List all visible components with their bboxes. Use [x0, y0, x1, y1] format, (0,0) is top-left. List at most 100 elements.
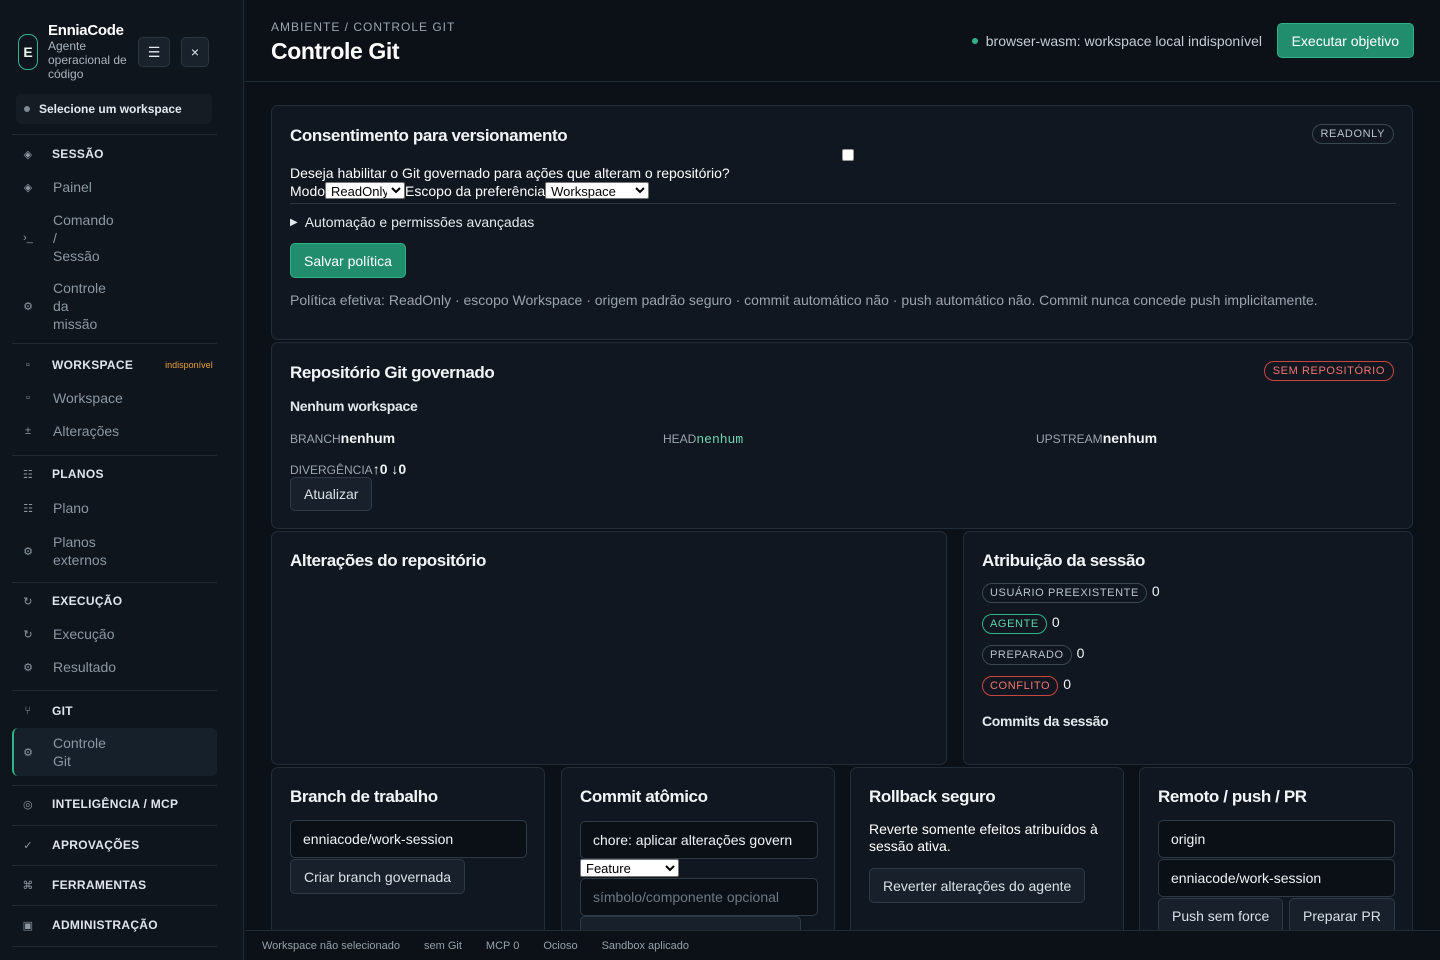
- branch-info: BRANCHnenhum: [290, 430, 396, 446]
- section-execucao[interactable]: ↻ EXECUÇÃO: [20, 594, 122, 608]
- diamond-icon: ◈: [23, 181, 33, 194]
- divider: [12, 690, 217, 691]
- workspace-selector[interactable]: Selecione um workspace: [16, 94, 212, 124]
- square-icon: ▫: [25, 359, 31, 371]
- divider: [12, 865, 217, 866]
- divider: [12, 785, 217, 786]
- footer-workspace: Workspace não selecionado: [262, 939, 400, 952]
- sidebar-item-painel[interactable]: ◈ Painel: [20, 178, 92, 196]
- workspace-unavailable-tag: indisponível: [165, 360, 213, 370]
- refresh-icon: ↻: [23, 628, 33, 641]
- hamburger-icon: ☰: [147, 43, 161, 60]
- divider: [12, 134, 217, 135]
- close-sidebar-button[interactable]: ×: [181, 37, 209, 67]
- head-info: HEADnenhum: [663, 432, 744, 447]
- sidebar-item-comando-sessao[interactable]: ›_ Comando / Sessão: [20, 211, 114, 265]
- session-commits-title: Commits da sessão: [982, 713, 1109, 729]
- scope-select[interactable]: Workspace: [545, 182, 650, 199]
- remote-title: Remoto / push / PR: [1158, 787, 1307, 806]
- scope-label: Escopo da preferência: [405, 182, 546, 199]
- brand-logo: E: [18, 34, 38, 70]
- gear-icon: ⚙: [23, 746, 33, 759]
- gear-icon: ⚙: [23, 300, 33, 313]
- mode-label: Modo: [290, 182, 326, 199]
- status-dot: [971, 38, 978, 44]
- brand-name: EnniaCode: [48, 22, 124, 39]
- symbol-input[interactable]: símbolo/componente opcional: [580, 878, 818, 916]
- commit-type-select[interactable]: Feature: [580, 859, 679, 877]
- session-attribution-panel: Atribuição da sessão USUÁRIO PREEXISTENT…: [963, 531, 1413, 765]
- repository-panel: Repositório Git governado SEM REPOSITÓRI…: [271, 342, 1413, 529]
- menu-toggle-button[interactable]: ☰: [138, 37, 170, 67]
- repository-title: Repositório Git governado: [290, 363, 495, 382]
- section-git[interactable]: ⑂ GIT: [20, 704, 73, 718]
- consent-checkbox[interactable]: [842, 149, 854, 161]
- check-icon: ✓: [23, 839, 33, 852]
- remote-branch-input[interactable]: enniacode/work-session: [1158, 859, 1395, 897]
- status-bar: Workspace não selecionado sem Git MCP 0 …: [245, 930, 1440, 960]
- revert-agent-changes-button[interactable]: Reverter alterações do agente: [869, 868, 1086, 903]
- divider: [12, 825, 217, 826]
- attribution-row-agente: AGENTE 0: [982, 614, 1060, 634]
- attribution-row-preparado: PREPARADO 0: [982, 645, 1084, 665]
- save-policy-button[interactable]: Salvar política: [290, 243, 406, 278]
- page-title: Controle Git: [271, 38, 400, 64]
- triangle-right-icon: ▶: [290, 216, 298, 228]
- footer-mcp: MCP 0: [485, 939, 520, 952]
- branch-name-input[interactable]: enniacode/work-session: [290, 820, 527, 858]
- divider: [12, 582, 217, 583]
- effective-policy-text: Política efetiva: ReadOnly · escopo Work…: [290, 292, 1318, 308]
- status-dot: [24, 106, 30, 112]
- attribution-row-usuario: USUÁRIO PREEXISTENTE 0: [982, 583, 1160, 603]
- gear-icon: ⚙: [23, 545, 33, 558]
- branch-icon: ⑂: [24, 705, 32, 717]
- divider: [290, 203, 1396, 204]
- top-bar: AMBIENTE / CONTROLE GIT Controle Git bro…: [245, 0, 1440, 82]
- commit-title: Commit atômico: [580, 787, 708, 806]
- sidebar-item-planos-externos[interactable]: ⚙ Planos externos: [20, 533, 107, 569]
- sidebar-item-controle-missao[interactable]: ⚙ Controle da missão: [20, 279, 106, 333]
- prepare-pr-button[interactable]: Preparar PR: [1289, 898, 1395, 933]
- section-aprovacoes[interactable]: ✓ APROVAÇÕES: [20, 838, 139, 852]
- terminal-icon: ›_: [23, 232, 33, 244]
- sidebar-item-workspace[interactable]: ▫ Workspace: [20, 389, 123, 407]
- remote-push-pr-panel: Remoto / push / PR origin enniacode/work…: [1139, 767, 1413, 947]
- atomic-commit-panel: Commit atômico chore: aplicar alterações…: [561, 767, 835, 947]
- panel-icon: ▣: [22, 919, 34, 932]
- sidebar-item-controle-git[interactable]: ⚙ Controle Git: [12, 728, 217, 776]
- refresh-button[interactable]: Atualizar: [290, 477, 373, 511]
- push-without-force-button[interactable]: Push sem force: [1158, 898, 1284, 933]
- commit-message-input[interactable]: chore: aplicar alterações govern: [580, 821, 818, 859]
- consent-title: Consentimento para versionamento: [290, 126, 568, 145]
- section-planos[interactable]: ☷ PLANOS: [20, 467, 104, 481]
- section-inteligencia-mcp[interactable]: ◎ INTELIGÊNCIA / MCP: [20, 797, 178, 811]
- create-branch-button[interactable]: Criar branch governada: [290, 859, 466, 894]
- sidebar-item-alteracoes[interactable]: ± Alterações: [20, 422, 119, 440]
- mode-select[interactable]: ReadOnly: [325, 182, 406, 199]
- section-sessao[interactable]: ◈ SESSÃO: [20, 147, 104, 161]
- section-workspace[interactable]: ▫ WORKSPACE indisponível: [20, 358, 213, 372]
- command-icon: ⌘: [22, 879, 34, 892]
- section-ferramentas[interactable]: ⌘ FERRAMENTAS: [20, 878, 146, 892]
- footer-state: Ocioso: [543, 939, 578, 952]
- list-icon: ☷: [23, 502, 33, 515]
- target-icon: ◎: [23, 798, 33, 811]
- remote-name-input[interactable]: origin: [1158, 820, 1395, 858]
- diamond-icon: ◈: [23, 148, 33, 161]
- section-administracao[interactable]: ▣ ADMINISTRAÇÃO: [20, 918, 158, 932]
- policy-controls: Modo ReadOnly Escopo da preferência Work…: [290, 182, 650, 199]
- divider: [12, 455, 217, 456]
- close-icon: ×: [190, 44, 200, 60]
- rollback-description: Reverte somente efeitos atribuídos à ses…: [869, 821, 1098, 854]
- work-branch-panel: Branch de trabalho enniacode/work-sessio…: [271, 767, 545, 947]
- run-objective-button[interactable]: Executar objetivo: [1276, 23, 1414, 58]
- sidebar-item-resultado[interactable]: ⚙ Resultado: [20, 658, 116, 676]
- safe-rollback-panel: Rollback seguro Reverte somente efeitos …: [850, 767, 1124, 947]
- consent-panel: Consentimento para versionamento READONL…: [271, 105, 1413, 340]
- mode-badge: READONLY: [1311, 124, 1394, 144]
- footer-git: sem Git: [424, 939, 462, 952]
- sidebar-item-plano[interactable]: ☷ Plano: [20, 499, 89, 517]
- refresh-icon: ↻: [23, 595, 33, 608]
- advanced-toggle[interactable]: ▶ Automação e permissões avançadas: [290, 214, 534, 230]
- sidebar-item-execucao[interactable]: ↻ Execução: [20, 625, 114, 643]
